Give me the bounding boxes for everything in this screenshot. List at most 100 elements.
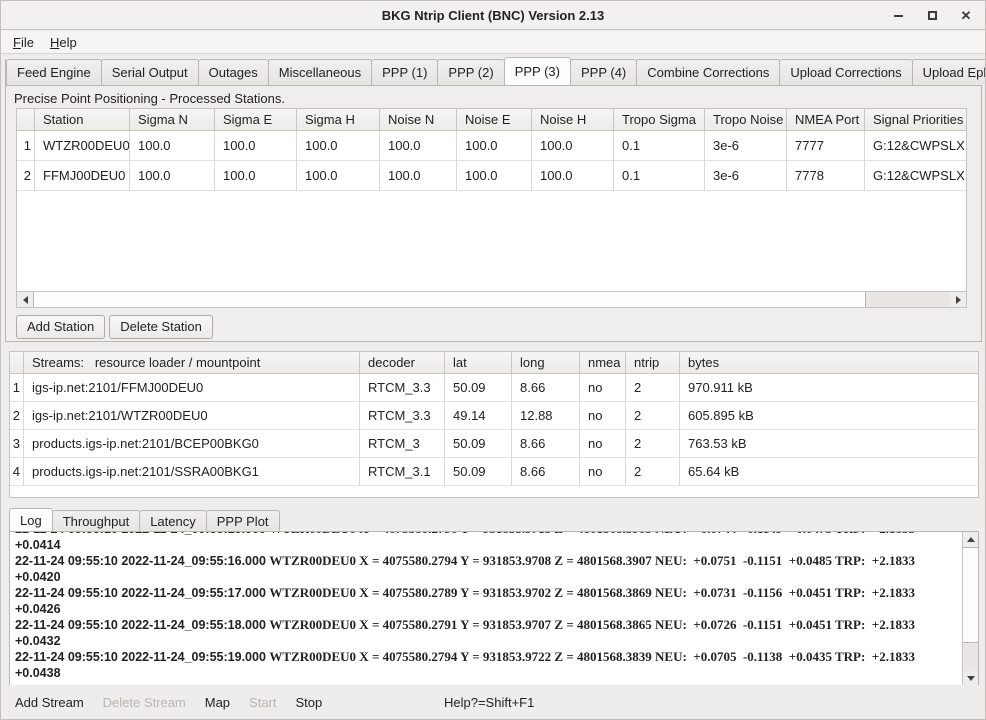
cell-nmea[interactable]: no xyxy=(580,430,626,458)
tab-log[interactable]: Log xyxy=(9,508,53,531)
scrollbar-track[interactable] xyxy=(963,643,978,671)
cell-ntrip[interactable]: 2 xyxy=(626,458,680,486)
tab-upload-corrections[interactable]: Upload Corrections xyxy=(779,59,912,85)
tab-serial-output[interactable]: Serial Output xyxy=(101,59,199,85)
cell-ntrip[interactable]: 2 xyxy=(626,374,680,402)
tab-ppp-1[interactable]: PPP (1) xyxy=(371,59,438,85)
tab-feed-engine[interactable]: Feed Engine xyxy=(6,59,102,85)
row-number-cell[interactable]: 3 xyxy=(10,430,24,458)
row-number-cell[interactable]: 1 xyxy=(10,374,24,402)
scroll-right-button[interactable] xyxy=(950,292,966,307)
cell-streams-resource-loader-mountpoint[interactable]: igs-ip.net:2101/WTZR00DEU0 xyxy=(24,402,360,430)
add-station-button[interactable]: Add Station xyxy=(16,315,105,339)
maximize-button[interactable] xyxy=(925,9,939,23)
cell-bytes[interactable]: 970.911 kB xyxy=(680,374,979,402)
cell-nmea[interactable]: no xyxy=(580,458,626,486)
row-number-cell[interactable]: 4 xyxy=(10,458,24,486)
cell-decoder[interactable]: RTCM_3.1 xyxy=(360,458,445,486)
row-number-cell[interactable]: 2 xyxy=(10,402,24,430)
delete-station-button[interactable]: Delete Station xyxy=(109,315,213,339)
cell-tropo-sigma[interactable]: 0.1 xyxy=(614,131,705,161)
cell-streams-resource-loader-mountpoint[interactable]: products.igs-ip.net:2101/SSRA00BKG1 xyxy=(24,458,360,486)
cell-sigma-n[interactable]: 100.0 xyxy=(130,161,215,191)
cell-bytes[interactable]: 605.895 kB xyxy=(680,402,979,430)
scrollbar-track[interactable] xyxy=(866,292,950,307)
cell-sigma-h[interactable]: 100.0 xyxy=(297,161,380,191)
tab-throughput[interactable]: Throughput xyxy=(52,510,141,531)
cell-ntrip[interactable]: 2 xyxy=(626,402,680,430)
cell-decoder[interactable]: RTCM_3 xyxy=(360,430,445,458)
log-timestamp: 22-11-24 09:55:10 2022-11-24_09:55:17.00… xyxy=(15,586,269,600)
cell-bytes[interactable]: 65.64 kB xyxy=(680,458,979,486)
cell-sigma-e[interactable]: 100.0 xyxy=(215,131,297,161)
stations-horizontal-scrollbar[interactable] xyxy=(17,291,966,307)
table-row[interactable]: 4products.igs-ip.net:2101/SSRA00BKG1RTCM… xyxy=(10,458,978,486)
close-button[interactable]: ✕ xyxy=(959,9,973,23)
cell-station[interactable]: FFMJ00DEU0 xyxy=(35,161,130,191)
cell-tropo-sigma[interactable]: 0.1 xyxy=(614,161,705,191)
tab-combine-corrections[interactable]: Combine Corrections xyxy=(636,59,780,85)
cell-long[interactable]: 12.88 xyxy=(512,402,580,430)
cell-noise-e[interactable]: 100.0 xyxy=(457,161,532,191)
cell-sigma-h[interactable]: 100.0 xyxy=(297,131,380,161)
tab-outages[interactable]: Outages xyxy=(198,59,269,85)
cell-noise-n[interactable]: 100.0 xyxy=(380,131,457,161)
cell-sigma-e[interactable]: 100.0 xyxy=(215,161,297,191)
tab-ppp-2[interactable]: PPP (2) xyxy=(437,59,504,85)
table-row[interactable]: 1WTZR00DEU0100.0100.0100.0100.0100.0100.… xyxy=(17,131,966,161)
table-row[interactable]: 1igs-ip.net:2101/FFMJ00DEU0RTCM_3.350.09… xyxy=(10,374,978,402)
row-number-cell[interactable]: 2 xyxy=(17,161,35,191)
cell-signal-priorities[interactable]: G:12&CWPSLX R:12 xyxy=(865,131,967,161)
cell-nmea[interactable]: no xyxy=(580,374,626,402)
cell-nmea[interactable]: no xyxy=(580,402,626,430)
cell-lat[interactable]: 50.09 xyxy=(445,430,512,458)
panel-description: Precise Point Positioning - Processed St… xyxy=(14,91,285,106)
cell-nmea-port[interactable]: 7777 xyxy=(787,131,865,161)
add-stream-button[interactable]: Add Stream xyxy=(15,695,84,710)
table-row[interactable]: 3products.igs-ip.net:2101/BCEP00BKG0RTCM… xyxy=(10,430,978,458)
minimize-button[interactable] xyxy=(891,9,905,23)
tab-ppp-3[interactable]: PPP (3) xyxy=(504,57,571,85)
cell-noise-h[interactable]: 100.0 xyxy=(532,131,614,161)
cell-signal-priorities[interactable]: G:12&CWPSLX R:12 xyxy=(865,161,967,191)
cell-decoder[interactable]: RTCM_3.3 xyxy=(360,374,445,402)
menu-file[interactable]: File xyxy=(5,33,42,52)
cell-tropo-noise[interactable]: 3e-6 xyxy=(705,131,787,161)
cell-station[interactable]: WTZR00DEU0 xyxy=(35,131,130,161)
map-button[interactable]: Map xyxy=(205,695,230,710)
tab-upload-ephemeris[interactable]: Upload Ephemeris xyxy=(912,59,986,85)
cell-long[interactable]: 8.66 xyxy=(512,374,580,402)
cell-ntrip[interactable]: 2 xyxy=(626,430,680,458)
cell-streams-resource-loader-mountpoint[interactable]: igs-ip.net:2101/FFMJ00DEU0 xyxy=(24,374,360,402)
cell-bytes[interactable]: 763.53 kB xyxy=(680,430,979,458)
scrollbar-thumb[interactable] xyxy=(33,292,866,307)
tab-latency[interactable]: Latency xyxy=(139,510,207,531)
cell-noise-h[interactable]: 100.0 xyxy=(532,161,614,191)
cell-lat[interactable]: 50.09 xyxy=(445,374,512,402)
tab-ppp-plot[interactable]: PPP Plot xyxy=(206,510,280,531)
scrollbar-thumb[interactable] xyxy=(963,547,978,643)
log-position-data: WTZR00DEU0 X = 4075580.2794 Y = 931853.9… xyxy=(269,553,915,568)
cell-long[interactable]: 8.66 xyxy=(512,458,580,486)
cell-long[interactable]: 8.66 xyxy=(512,430,580,458)
cell-streams-resource-loader-mountpoint[interactable]: products.igs-ip.net:2101/BCEP00BKG0 xyxy=(24,430,360,458)
cell-lat[interactable]: 49.14 xyxy=(445,402,512,430)
table-row[interactable]: 2igs-ip.net:2101/WTZR00DEU0RTCM_3.349.14… xyxy=(10,402,978,430)
stop-button[interactable]: Stop xyxy=(296,695,323,710)
cell-nmea-port[interactable]: 7778 xyxy=(787,161,865,191)
cell-lat[interactable]: 50.09 xyxy=(445,458,512,486)
cell-decoder[interactable]: RTCM_3.3 xyxy=(360,402,445,430)
menu-help[interactable]: Help xyxy=(42,33,85,52)
scroll-left-button[interactable] xyxy=(17,292,33,307)
row-number-cell[interactable]: 1 xyxy=(17,131,35,161)
scroll-down-button[interactable] xyxy=(963,671,978,686)
cell-sigma-n[interactable]: 100.0 xyxy=(130,131,215,161)
tab-ppp-4[interactable]: PPP (4) xyxy=(570,59,637,85)
cell-tropo-noise[interactable]: 3e-6 xyxy=(705,161,787,191)
cell-noise-n[interactable]: 100.0 xyxy=(380,161,457,191)
table-row[interactable]: 2FFMJ00DEU0100.0100.0100.0100.0100.0100.… xyxy=(17,161,966,191)
scroll-up-button[interactable] xyxy=(963,532,978,547)
cell-noise-e[interactable]: 100.0 xyxy=(457,131,532,161)
log-vertical-scrollbar[interactable] xyxy=(962,532,978,686)
tab-miscellaneous[interactable]: Miscellaneous xyxy=(268,59,372,85)
